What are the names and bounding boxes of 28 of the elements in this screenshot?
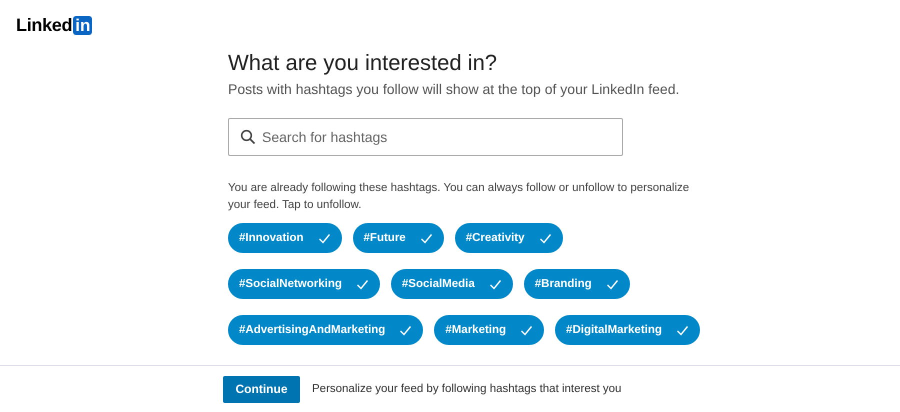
hashtag-chip[interactable]: #Marketing bbox=[434, 315, 544, 345]
logo[interactable]: Linked in bbox=[16, 15, 92, 35]
check-icon bbox=[356, 278, 369, 290]
logo-wordmark: Linked bbox=[16, 15, 72, 35]
continue-button[interactable]: Continue bbox=[223, 376, 300, 402]
hashtag-chip[interactable]: #DigitalMarketing bbox=[555, 315, 700, 345]
hashtag-chip[interactable]: #AdvertisingAndMarketing bbox=[228, 315, 424, 345]
hashtag-chip[interactable]: #SocialMedia bbox=[390, 269, 513, 299]
search-field[interactable]: Search for hashtags bbox=[228, 118, 623, 156]
check-icon bbox=[538, 232, 552, 244]
footer-text: Personalize your feed by following hashtags that interest you bbox=[312, 383, 622, 395]
hashtag-chip[interactable]: #SocialNetworking bbox=[228, 269, 380, 299]
check-icon bbox=[520, 324, 534, 336]
hashtag-chip[interactable]: #Future bbox=[352, 223, 444, 253]
logo-badge: in bbox=[73, 16, 92, 34]
check-icon bbox=[488, 278, 502, 290]
search-icon bbox=[240, 129, 256, 145]
info-text: You are already following these hashtags. You can always follow or unfollow to personalize your feed. Tap to unfollow. bbox=[228, 181, 690, 213]
hashtag-chip[interactable]: #Creativity bbox=[454, 223, 563, 253]
check-icon bbox=[676, 324, 689, 336]
hashtag-chip[interactable]: #Branding bbox=[524, 269, 630, 299]
hashtag-chip[interactable]: #Innovation bbox=[228, 223, 342, 253]
page-heading: What are you interested in? bbox=[228, 50, 498, 76]
check-icon bbox=[318, 232, 331, 244]
page-subheading: Posts with hashtags you follow will show at the top of your LinkedIn feed. bbox=[228, 81, 680, 97]
check-icon bbox=[399, 324, 412, 336]
check-icon bbox=[420, 232, 433, 244]
check-icon bbox=[606, 278, 619, 290]
